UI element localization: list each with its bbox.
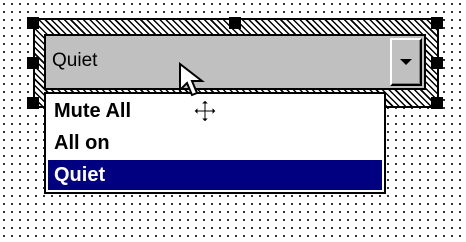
resize-handle-middle-right[interactable] (431, 57, 443, 69)
resize-handle-top-center[interactable] (229, 17, 241, 29)
move-cursor-icon (193, 99, 217, 123)
arrow-cursor-icon (179, 62, 205, 97)
resize-handle-top-left[interactable] (27, 17, 39, 29)
dropdown-item-quiet[interactable]: Quiet (48, 160, 382, 190)
dropdown-item-all-on[interactable]: All on (48, 128, 382, 158)
resize-handle-top-right[interactable] (431, 17, 443, 29)
combo-box[interactable]: Quiet (44, 34, 426, 90)
combo-value: Quiet (52, 50, 98, 71)
resize-handle-bottom-right[interactable] (431, 97, 443, 109)
resize-handle-middle-left[interactable] (27, 57, 39, 69)
chevron-down-icon (400, 59, 412, 65)
dropdown-button[interactable] (390, 38, 422, 86)
resize-handle-bottom-left[interactable] (27, 97, 39, 109)
